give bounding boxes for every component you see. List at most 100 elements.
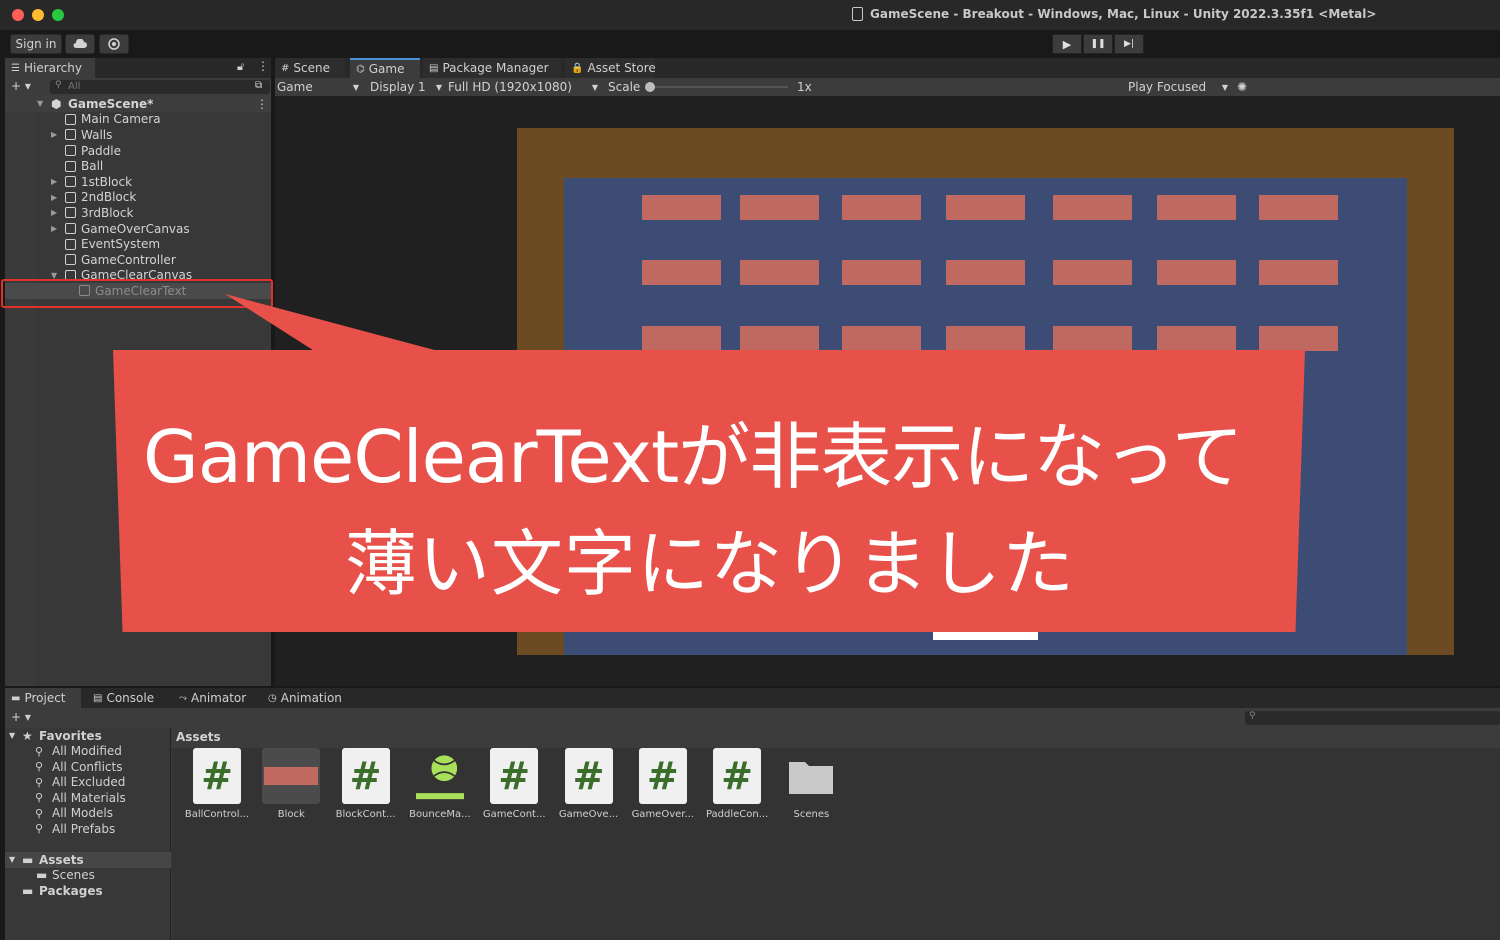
collapse-arrow-icon[interactable]: ▶ — [51, 130, 57, 139]
project-search-input[interactable]: ⚲ — [1245, 711, 1500, 725]
tab-animation[interactable]: ◷ Animation — [262, 688, 348, 708]
asset-item[interactable]: # GameOver... — [627, 748, 699, 820]
script-icon: # — [638, 748, 687, 804]
game-block — [740, 326, 819, 351]
asset-item[interactable]: Scenes — [775, 748, 847, 820]
tab-label: Animator — [191, 691, 247, 705]
scenes-folder-row[interactable]: ▬ Scenes — [5, 868, 171, 884]
tab-project[interactable]: ▬ Project — [5, 688, 81, 708]
tab-scene[interactable]: # Scene — [275, 58, 345, 78]
play-button[interactable]: ▶ — [1052, 34, 1082, 54]
asset-breadcrumb[interactable]: Assets — [176, 730, 221, 744]
collapse-arrow-icon[interactable]: ▶ — [51, 224, 57, 233]
pause-button[interactable]: ❚❚ — [1083, 34, 1113, 54]
hierarchy-item[interactable]: ▶ 3rdBlock — [5, 205, 271, 221]
tab-label: Project — [24, 691, 66, 705]
hierarchy-item-label: 3rdBlock — [81, 205, 134, 220]
collab-button[interactable] — [99, 34, 129, 54]
maximize-window-button[interactable] — [52, 9, 64, 21]
tab-animator[interactable]: ⤳ Animator — [173, 688, 255, 708]
display-mode-dropdown[interactable]: Game ▼ — [277, 79, 359, 95]
hierarchy-item[interactable]: Paddle — [5, 143, 271, 159]
gameobject-icon — [65, 145, 76, 157]
prefab-preview-icon — [262, 748, 321, 804]
favorite-item[interactable]: ⚲ All Modified — [5, 744, 171, 760]
hierarchy-item[interactable]: ▶ 1stBlock — [5, 174, 271, 190]
favorites-label: Favorites — [39, 728, 102, 743]
favorite-item[interactable]: ⚲ All Materials — [5, 790, 171, 806]
asset-item[interactable]: # BallControl... — [181, 748, 253, 820]
tab-package-manager[interactable]: ▤ Package Manager — [423, 58, 561, 78]
add-asset-button[interactable]: + ▾ — [11, 710, 31, 724]
scale-slider[interactable] — [648, 86, 788, 88]
lock-icon[interactable]: 🔓︎ — [237, 60, 244, 74]
game-block — [1259, 195, 1338, 220]
asset-item[interactable]: Block — [255, 748, 327, 820]
asset-breadcrumb-bar: Assets — [172, 728, 1500, 748]
game-block — [946, 195, 1025, 220]
hierarchy-search-input[interactable]: All — [50, 80, 270, 94]
hierarchy-item[interactable]: Main Camera — [5, 112, 271, 128]
favorite-item[interactable]: ⚲ All Prefabs — [5, 821, 171, 837]
asset-item[interactable]: # GameOve... — [553, 748, 625, 820]
pause-icon: ❚❚ — [1090, 39, 1106, 49]
folder-icon — [787, 748, 835, 804]
tab-hierarchy[interactable]: ☰ Hierarchy — [5, 58, 95, 78]
search-icon: ⚲ — [35, 806, 44, 820]
scene-row[interactable]: ▼ ⬢ GameScene* ⋮ — [5, 96, 271, 112]
tab-icon: 🔒 — [571, 62, 584, 74]
resolution-dropdown[interactable]: Full HD (1920x1080) ▼ — [448, 79, 598, 95]
asset-item[interactable]: BounceMa... — [404, 748, 476, 820]
hierarchy-item-label: 2ndBlock — [81, 190, 137, 205]
asset-item[interactable]: # PaddleCon... — [701, 748, 773, 820]
bug-icon[interactable]: ✺ — [1237, 79, 1247, 95]
asset-name: BallControl... — [184, 809, 250, 820]
minimize-window-button[interactable] — [32, 9, 44, 21]
assets-folder-row[interactable]: ▼ ▬ Assets — [5, 852, 171, 868]
packages-folder-row[interactable]: ▬ Packages — [5, 883, 171, 899]
cloud-button[interactable] — [65, 34, 95, 54]
scale-slider-handle[interactable] — [645, 82, 655, 92]
expand-arrow-icon[interactable]: ▼ — [37, 99, 43, 108]
project-tab-bar: ▬ Project ▤ Console ⤳ Animator ◷ Animation — [5, 688, 1500, 708]
tab-asset-store[interactable]: 🔒 Asset Store — [565, 58, 656, 78]
collapse-arrow-icon[interactable]: ▶ — [51, 193, 57, 202]
hierarchy-item-label: 1stBlock — [81, 174, 133, 189]
favorites-row[interactable]: ▼ ★ Favorites — [5, 728, 171, 744]
asset-item[interactable]: # BlockCont... — [330, 748, 402, 820]
game-block — [740, 260, 819, 285]
cloud-icon — [73, 39, 87, 48]
hierarchy-item[interactable]: ▶ GameOverCanvas — [5, 221, 271, 237]
asset-name: BlockCont... — [335, 809, 396, 820]
play-mode-dropdown[interactable]: Play Focused ▼ — [1128, 79, 1228, 95]
hierarchy-item[interactable]: Ball — [5, 158, 271, 174]
scene-menu-icon[interactable]: ⋮ — [256, 97, 268, 111]
chevron-down-icon: ▼ — [591, 82, 598, 92]
display-dropdown[interactable]: Display 1 ▼ — [370, 79, 442, 95]
asset-item[interactable]: # GameCont... — [478, 748, 550, 820]
hierarchy-item[interactable]: ▶ 2ndBlock — [5, 190, 271, 206]
favorite-item[interactable]: ⚲ All Excluded — [5, 775, 171, 791]
tab-game[interactable]: ⌬ Game — [350, 58, 420, 78]
asset-name: GameOve... — [558, 809, 619, 820]
hierarchy-item[interactable]: GameController — [5, 252, 271, 268]
scene-visibility-icon[interactable]: ⧉ — [255, 80, 262, 91]
favorite-item[interactable]: ⚲ All Models — [5, 806, 171, 822]
hierarchy-item[interactable]: EventSystem — [5, 236, 271, 252]
game-block — [1157, 195, 1236, 220]
collapse-arrow-icon[interactable]: ▶ — [51, 177, 57, 186]
chevron-down-icon: ▼ — [352, 82, 359, 92]
sign-in-button[interactable]: Sign in — [10, 34, 62, 54]
close-window-button[interactable] — [12, 9, 24, 21]
more-icon[interactable]: ⋮ — [257, 59, 269, 73]
scene-name: GameScene* — [68, 96, 154, 111]
collapse-arrow-icon[interactable]: ▶ — [51, 208, 57, 217]
hierarchy-item-label: Ball — [81, 159, 104, 174]
hierarchy-item[interactable]: ▶ Walls — [5, 127, 271, 143]
favorite-item-label: All Modified — [52, 744, 122, 759]
step-button[interactable]: ▶| — [1114, 34, 1144, 54]
favorite-item[interactable]: ⚲ All Conflicts — [5, 759, 171, 775]
tab-console[interactable]: ▤ Console — [87, 688, 167, 708]
scale-label: Scale — [608, 80, 641, 94]
add-button[interactable]: + ▾ — [11, 79, 31, 93]
